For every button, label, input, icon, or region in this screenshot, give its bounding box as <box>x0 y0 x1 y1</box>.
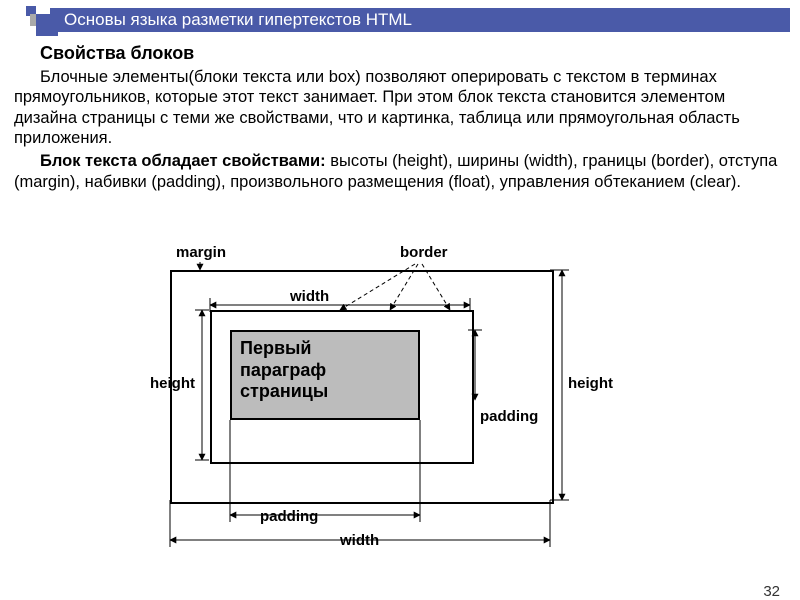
box-model-diagram: Первый параграф страницы margin border w… <box>150 240 620 570</box>
slide-header: Основы языка разметки гипертекстов HTML <box>0 8 800 34</box>
page-number: 32 <box>763 583 780 600</box>
paragraph-1: Блочные элементы(блоки текста или box) п… <box>14 67 786 150</box>
diagram-lines <box>150 240 620 570</box>
slide-body: Свойства блоков Блочные элементы(блоки т… <box>0 34 800 192</box>
slide-title: Основы языка разметки гипертекстов HTML <box>58 8 790 32</box>
paragraph-2: Блок текста обладает свойствами: высоты … <box>14 151 786 192</box>
paragraph-2-lead: Блок текста обладает свойствами: <box>40 152 326 170</box>
section-heading: Свойства блоков <box>14 42 786 65</box>
